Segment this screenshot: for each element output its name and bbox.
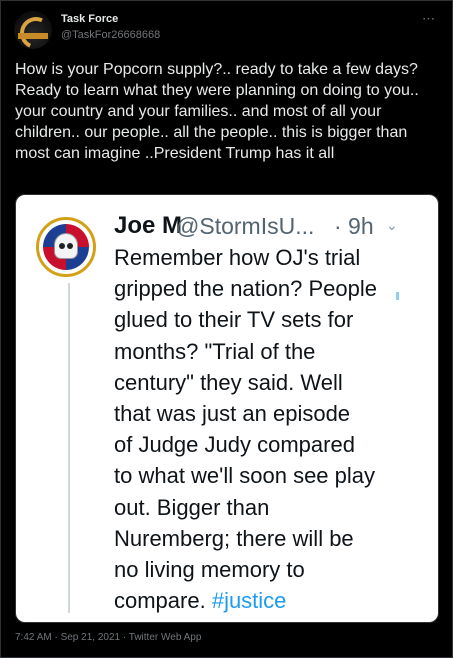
- hashtag: #justice: [211, 588, 287, 614]
- skull-eye: [67, 243, 73, 249]
- skull-icon: [54, 233, 78, 259]
- more-options-icon[interactable]: ⋯: [422, 11, 436, 27]
- thread-line: [68, 283, 70, 613]
- embedded-handle: @StormIsU...: [176, 213, 315, 239]
- avatar[interactable]: [14, 11, 52, 49]
- chevron-down-icon: ⌄: [386, 217, 398, 233]
- logo-skyline: [18, 33, 48, 39]
- embedded-text: Remember how OJ's trial gripped the nati…: [114, 242, 414, 616]
- tweet-text: How is your Popcorn supply?.. ready to t…: [15, 61, 427, 162]
- embedded-time: · 9h: [334, 213, 374, 239]
- display-name[interactable]: Task Force: [61, 13, 118, 25]
- skull-eye: [59, 243, 65, 249]
- profile-badge: [36, 217, 96, 277]
- user-handle[interactable]: @TaskFor26668668: [61, 29, 160, 41]
- tweet-image[interactable]: Joe M @StormIsU... · 9h ⌄ Remember how O…: [15, 194, 439, 623]
- tweet: Task Force @TaskFor26668668 ⋯ How is you…: [0, 0, 453, 658]
- embedded-body: Remember how OJ's trial gripped the nati…: [114, 245, 377, 614]
- tweet-metadata: 7:42 AM · Sep 21, 2021 · Twitter Web App: [15, 632, 202, 643]
- logo-arc: [15, 12, 52, 49]
- embedded-name: Joe M: [114, 212, 183, 239]
